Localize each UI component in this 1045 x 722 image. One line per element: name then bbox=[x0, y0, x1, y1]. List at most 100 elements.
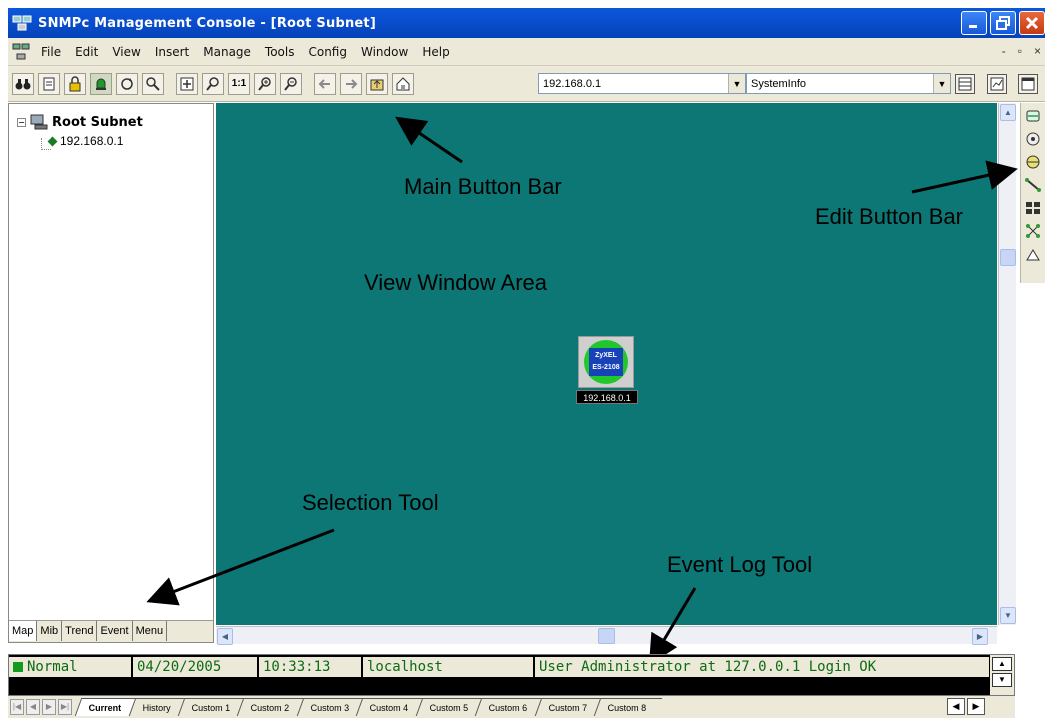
tab-current[interactable]: Current bbox=[74, 698, 137, 716]
find-button[interactable] bbox=[12, 72, 34, 95]
mdi-restore-button[interactable]: ▫ bbox=[1018, 44, 1022, 58]
zoom-button[interactable] bbox=[202, 72, 224, 95]
menu-edit[interactable]: Edit bbox=[68, 45, 105, 59]
insert-mesh-button[interactable] bbox=[1023, 221, 1043, 241]
device-node[interactable]: ZyXEL ES-2108 bbox=[578, 336, 634, 388]
chevron-down-icon[interactable]: ▼ bbox=[933, 74, 950, 93]
tab-map[interactable]: Map bbox=[9, 621, 38, 641]
log-severity-cell: Normal bbox=[9, 657, 133, 677]
mdi-minimize-button[interactable]: - bbox=[1002, 44, 1006, 58]
collapse-icon[interactable]: − bbox=[17, 117, 26, 127]
menu-window[interactable]: Window bbox=[354, 45, 415, 59]
horizontal-scrollbar[interactable]: ◀ ▶ bbox=[216, 626, 997, 645]
insert-goto-button[interactable] bbox=[1023, 244, 1043, 264]
alarm-button[interactable] bbox=[90, 72, 112, 95]
event-log-row[interactable]: Normal 04/20/2005 10:33:13 localhost Use… bbox=[9, 657, 989, 677]
minimize-button[interactable] bbox=[961, 11, 987, 35]
annotation-selection-tool: Selection Tool bbox=[302, 490, 439, 515]
menu-tools[interactable]: Tools bbox=[258, 45, 302, 59]
last-tab-button[interactable]: ▶| bbox=[58, 699, 72, 715]
log-scroll-down-button[interactable]: ▼ bbox=[992, 673, 1012, 687]
tab-custom-5[interactable]: Custom 5 bbox=[415, 698, 484, 716]
back-button[interactable] bbox=[314, 72, 336, 95]
window-icon bbox=[1021, 77, 1035, 91]
tab-custom-7[interactable]: Custom 7 bbox=[534, 698, 603, 716]
tab-scroll-right-button[interactable]: ▶ bbox=[967, 698, 985, 715]
prev-tab-button[interactable]: ◀ bbox=[26, 699, 40, 715]
address-combo[interactable]: 192.168.0.1 ▼ bbox=[538, 73, 746, 94]
tree-root-item[interactable]: − Root Subnet bbox=[17, 114, 143, 130]
insert-group-button[interactable] bbox=[1023, 198, 1043, 218]
zoom-out-button[interactable] bbox=[280, 72, 302, 95]
vertical-scroll-thumb[interactable] bbox=[1000, 249, 1016, 266]
table-view-button[interactable] bbox=[955, 74, 975, 94]
vertical-scrollbar[interactable]: ▲ ▼ bbox=[998, 103, 1016, 625]
zoom-1to1-button[interactable]: 1:1 bbox=[228, 72, 250, 95]
insert-link-button[interactable] bbox=[1023, 175, 1043, 195]
network-node-icon bbox=[1026, 132, 1040, 146]
device-brand: ZyXEL bbox=[595, 352, 617, 359]
tab-custom-4[interactable]: Custom 4 bbox=[355, 698, 424, 716]
insert-device-button[interactable] bbox=[1023, 106, 1043, 126]
log-scrollbar[interactable]: ▲ ▼ bbox=[990, 655, 1014, 695]
menu-file[interactable]: File bbox=[34, 45, 68, 59]
first-tab-button[interactable]: |◀ bbox=[10, 699, 24, 715]
window-view-button[interactable] bbox=[1018, 74, 1038, 94]
menu-insert[interactable]: Insert bbox=[148, 45, 196, 59]
tab-custom-1-label: Custom 1 bbox=[191, 703, 230, 713]
scroll-down-button[interactable]: ▼ bbox=[1000, 607, 1016, 624]
tab-scroll-controls: ◀ ▶ bbox=[947, 698, 985, 715]
horizontal-scroll-thumb[interactable] bbox=[598, 628, 615, 644]
insert-subnet-button[interactable] bbox=[1023, 152, 1043, 172]
tab-scroll-left-button[interactable]: ◀ bbox=[947, 698, 965, 715]
address-value: 192.168.0.1 bbox=[543, 77, 602, 90]
tab-event[interactable]: Event bbox=[97, 621, 133, 641]
info-combo[interactable]: SystemInfo ▼ bbox=[746, 73, 951, 94]
log-severity: Normal bbox=[27, 659, 78, 675]
graph-view-button[interactable] bbox=[987, 74, 1007, 94]
insert-network-button[interactable] bbox=[1023, 129, 1043, 149]
tab-custom-3[interactable]: Custom 3 bbox=[296, 698, 365, 716]
tree-node-item[interactable]: 192.168.0.1 bbox=[47, 134, 143, 148]
group-icon bbox=[1026, 202, 1040, 214]
tab-custom-8[interactable]: Custom 8 bbox=[593, 698, 662, 716]
zoom-in-button[interactable] bbox=[254, 72, 276, 95]
log-scroll-up-button[interactable]: ▲ bbox=[992, 657, 1012, 671]
chevron-down-icon[interactable]: ▼ bbox=[728, 74, 745, 93]
tab-custom-1[interactable]: Custom 1 bbox=[177, 698, 246, 716]
expand-button[interactable] bbox=[176, 72, 198, 95]
tab-custom-4-label: Custom 4 bbox=[369, 703, 409, 713]
tab-trend[interactable]: Trend bbox=[62, 621, 98, 641]
status-normal-icon bbox=[13, 662, 23, 672]
close-button[interactable] bbox=[1019, 11, 1045, 35]
up-level-button[interactable] bbox=[366, 72, 388, 95]
device-frame: ZyXEL ES-2108 bbox=[578, 336, 634, 388]
next-tab-button[interactable]: ▶ bbox=[42, 699, 56, 715]
discover-button[interactable] bbox=[142, 72, 164, 95]
menu-manage[interactable]: Manage bbox=[196, 45, 258, 59]
tab-custom-6[interactable]: Custom 6 bbox=[474, 698, 543, 716]
menu-view[interactable]: View bbox=[105, 45, 147, 59]
tab-custom-2[interactable]: Custom 2 bbox=[236, 698, 305, 716]
home-button[interactable] bbox=[392, 72, 414, 95]
maximize-button[interactable] bbox=[990, 11, 1016, 35]
network-icon[interactable] bbox=[12, 43, 30, 61]
annotation-edit-button-bar: Edit Button Bar bbox=[815, 204, 963, 229]
menu-config[interactable]: Config bbox=[301, 45, 354, 59]
scroll-right-button[interactable]: ▶ bbox=[972, 628, 988, 645]
poll-button[interactable] bbox=[116, 72, 138, 95]
menu-help[interactable]: Help bbox=[415, 45, 456, 59]
lock-button[interactable] bbox=[64, 72, 86, 95]
tab-custom-3-label: Custom 3 bbox=[310, 703, 349, 713]
tree-view: − Root Subnet 192.168.0.1 bbox=[17, 114, 143, 150]
scroll-left-button[interactable]: ◀ bbox=[217, 628, 233, 645]
mesh-icon bbox=[1026, 224, 1040, 238]
forward-button[interactable] bbox=[340, 72, 362, 95]
mdi-close-button[interactable]: × bbox=[1034, 44, 1041, 58]
tab-mib[interactable]: Mib bbox=[37, 621, 63, 641]
tab-menu[interactable]: Menu bbox=[133, 621, 168, 641]
properties-button[interactable] bbox=[38, 72, 60, 95]
scroll-up-button[interactable]: ▲ bbox=[1000, 104, 1016, 121]
selection-tool-panel: − Root Subnet 192.168.0.1 Map Mib Trend … bbox=[8, 103, 214, 643]
tab-history[interactable]: History bbox=[128, 698, 186, 716]
